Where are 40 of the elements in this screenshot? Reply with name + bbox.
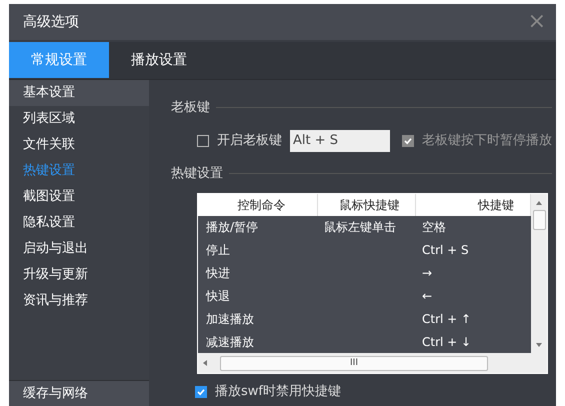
table-cell-text: Ctrl + S: [421, 242, 470, 259]
sidebar-item[interactable]: 隐私设置: [9, 210, 149, 236]
scroll-left-icon[interactable]: [201, 359, 209, 367]
table-cell-text: 鼠标左键单击: [323, 219, 397, 236]
sidebar-item[interactable]: 升级与更新: [9, 262, 149, 288]
table-cell-text: 快进: [204, 265, 231, 282]
horizontal-scrollbar[interactable]: III: [198, 353, 547, 373]
table-cell-text: 减速播放: [205, 334, 255, 351]
table-cell-text: 播放/暂停: [205, 219, 260, 236]
table-cell-text: 空格: [421, 219, 447, 236]
checkbox-label: 播放swf时禁用快捷键: [215, 383, 341, 401]
checkbox-label: 老板键按下时暂停播放: [422, 132, 552, 150]
checkbox[interactable]: [195, 386, 207, 398]
scroll-thumb[interactable]: [532, 210, 546, 230]
grip-text: III: [350, 358, 358, 368]
scroll-up-icon[interactable]: [535, 199, 543, 207]
vertical-scrollbar[interactable]: [531, 194, 547, 353]
checkbox[interactable]: [197, 134, 209, 146]
key-input-field[interactable]: Alt + S: [290, 130, 390, 152]
table-cell-text: Ctrl + ↑: [421, 311, 472, 328]
tab[interactable]: 播放设置: [109, 42, 209, 78]
scroll-thumb[interactable]: III: [220, 356, 488, 370]
table-cell-text: Ctrl + ↓: [421, 334, 472, 351]
scroll-down-icon[interactable]: [535, 341, 543, 349]
checkbox-label: 开启老板键: [217, 132, 282, 150]
table-cell-text: 停止: [205, 242, 231, 259]
section-heading: 老板键: [171, 99, 210, 117]
sidebar-item[interactable]: 文件关联: [9, 132, 149, 158]
sidebar-item[interactable]: 基本设置: [9, 80, 149, 106]
sidebar-item[interactable]: 启动与退出: [9, 236, 149, 262]
sidebar-item[interactable]: 缓存与网络: [9, 380, 149, 406]
sidebar-item[interactable]: 截图设置: [9, 184, 149, 210]
table-cell-text: ←: [421, 288, 434, 305]
section-heading: 热键设置: [171, 164, 223, 182]
window-title: 高级选项: [23, 12, 79, 32]
sidebar-item[interactable]: 列表区域: [9, 106, 149, 132]
sidebar-item[interactable]: 资讯与推荐: [9, 288, 149, 314]
table-cell-text: →: [421, 265, 434, 282]
table-cell-text: 快退: [204, 288, 231, 305]
table-cell-text: 加速播放: [205, 311, 255, 328]
